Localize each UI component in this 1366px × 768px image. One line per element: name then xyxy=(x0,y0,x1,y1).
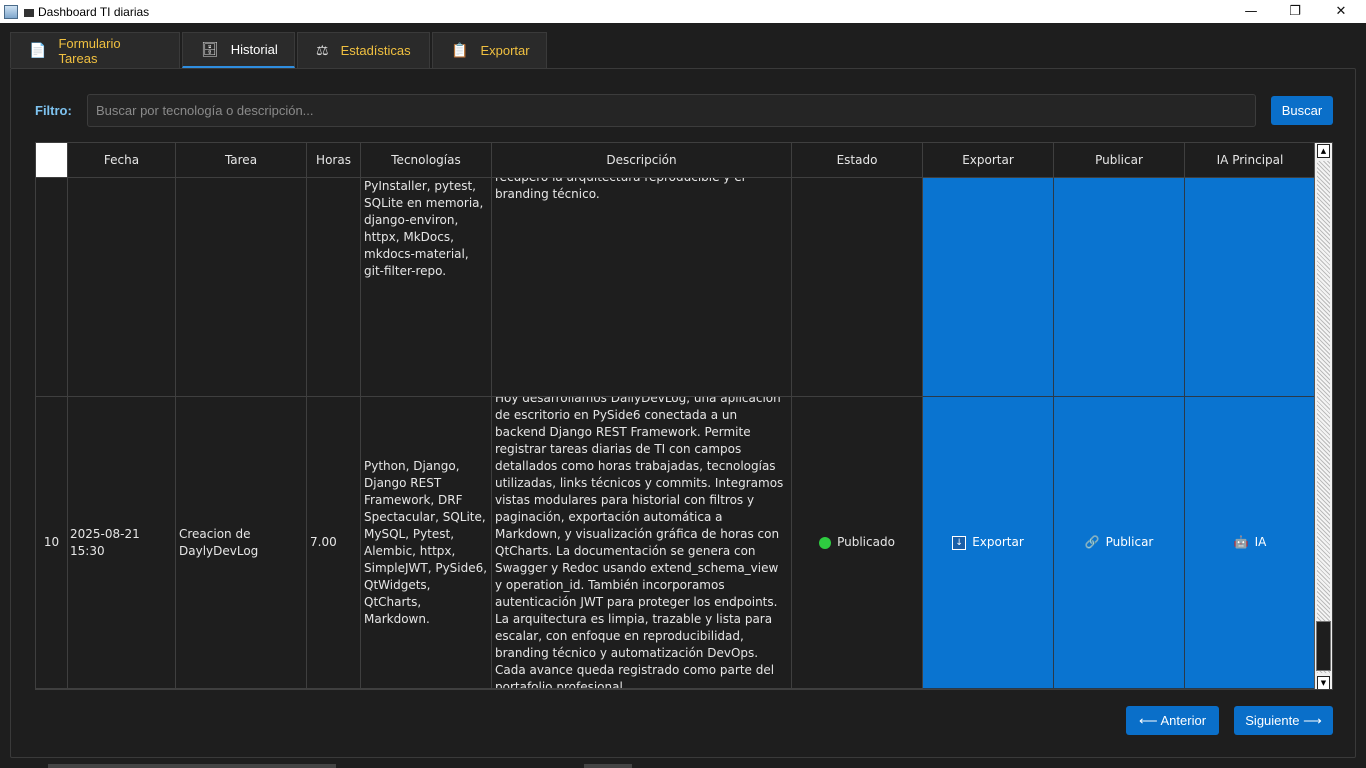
tab-historial[interactable]: 🗄 Historial xyxy=(182,32,295,68)
scale-icon: ⚖ xyxy=(316,42,329,58)
row-number-cell[interactable] xyxy=(36,178,68,397)
header-estado[interactable]: Estado xyxy=(792,143,923,178)
window-title-text: Dashboard TI diarias xyxy=(38,4,150,19)
tab-estadisticas[interactable]: ⚖ Estadísticas xyxy=(297,32,430,68)
export-button[interactable]: ↓ Exportar xyxy=(923,397,1054,689)
window-title: Dashboard TI diarias xyxy=(24,5,149,19)
header-publicar[interactable]: Publicar xyxy=(1054,143,1185,178)
title-bar: Dashboard TI diarias — ❐ ✕ xyxy=(0,0,1366,23)
scroll-down-arrow-icon[interactable]: ▼ xyxy=(1317,676,1330,689)
tarea-cell[interactable]: Creacion de DaylyDevLog xyxy=(176,397,307,689)
publish-button[interactable] xyxy=(1054,178,1185,397)
export-button[interactable] xyxy=(923,178,1054,397)
fecha-cell[interactable] xyxy=(68,178,176,397)
document-icon: 📄 xyxy=(29,42,47,58)
link-icon: 🔗 xyxy=(1084,535,1100,549)
tecnologias-cell[interactable]: Python, Django, Django REST Framework, D… xyxy=(361,397,492,689)
status-strip xyxy=(584,764,632,768)
tab-label: Historial xyxy=(230,42,278,57)
status-strip xyxy=(48,764,336,768)
export-label: Exportar xyxy=(972,535,1024,549)
historial-panel: Filtro: Buscar Fecha Tarea Horas Tecnolo… xyxy=(10,68,1356,758)
header-tecnologias[interactable]: Tecnologías xyxy=(361,143,492,178)
publish-label: Publicar xyxy=(1105,535,1154,549)
descripcion-text: Hoy desarrollamos DailyDevLog, una aplic… xyxy=(495,397,784,689)
clipboard-icon: 📋 xyxy=(451,42,469,58)
filter-label: Filtro: xyxy=(35,103,72,118)
header-tarea[interactable]: Tarea xyxy=(176,143,307,178)
scroll-up-arrow-icon[interactable]: ▲ xyxy=(1317,144,1330,158)
status-badge: Publicado xyxy=(837,535,895,549)
tab-bar: 📄 Formulario Tareas 🗄 Historial ⚖ Estadísti… xyxy=(10,32,547,68)
row-number-cell[interactable]: 10 xyxy=(36,397,68,689)
estado-cell[interactable] xyxy=(792,178,923,397)
ia-button[interactable] xyxy=(1185,178,1316,397)
history-table: Fecha Tarea Horas Tecnologías Descripció… xyxy=(35,142,1333,690)
tarea-text: Creacion de DaylyDevLog xyxy=(179,526,259,558)
ia-button[interactable]: 🤖 IA xyxy=(1185,397,1316,689)
tecnologias-cell[interactable]: PyInstaller, pytest, SQLite en memoria, … xyxy=(361,178,492,397)
horas-cell[interactable]: 7.00 xyxy=(307,397,361,689)
descripcion-text-clipped: recupero la arquitectura reproducible y … xyxy=(495,178,788,186)
fecha-cell[interactable]: 2025-08-21 15:30 xyxy=(68,397,176,689)
close-button[interactable]: ✕ xyxy=(1318,0,1364,23)
header-horas[interactable]: Horas xyxy=(307,143,361,178)
descripcion-cell[interactable]: Hoy desarrollamos DailyDevLog, una aplic… xyxy=(492,397,792,689)
table-corner[interactable] xyxy=(36,143,68,178)
tab-label: Estadísticas xyxy=(340,43,411,58)
previous-page-button[interactable]: ⟵ Anterior xyxy=(1126,706,1219,735)
descripcion-text: branding técnico. xyxy=(495,187,600,201)
restore-button[interactable]: ❐ xyxy=(1272,0,1318,23)
scroll-track[interactable] xyxy=(1317,161,1330,673)
robot-icon: 🤖 xyxy=(1233,535,1249,549)
minimize-button[interactable]: — xyxy=(1228,0,1274,23)
header-descripcion[interactable]: Descripción xyxy=(492,143,792,178)
fecha-text: 2025-08-21 15:30 xyxy=(70,526,140,558)
tecnologias-text: PyInstaller, pytest, SQLite en memoria, … xyxy=(364,179,484,278)
search-input[interactable] xyxy=(87,94,1256,127)
ia-label: IA xyxy=(1254,535,1267,549)
download-icon: ↓ xyxy=(952,535,967,550)
vertical-scrollbar[interactable]: ▲ ▼ xyxy=(1314,143,1332,689)
app-icon xyxy=(4,4,18,19)
scroll-thumb[interactable] xyxy=(1316,621,1331,671)
header-ia-principal[interactable]: IA Principal xyxy=(1185,143,1316,178)
horas-cell[interactable] xyxy=(307,178,361,397)
descripcion-cell[interactable]: recupero la arquitectura reproducible y … xyxy=(492,178,792,397)
tab-formulario-tareas[interactable]: 📄 Formulario Tareas xyxy=(10,32,180,68)
tab-label: Exportar xyxy=(480,43,530,58)
tab-label: Formulario Tareas xyxy=(58,35,121,66)
status-dot-icon xyxy=(819,536,832,549)
next-page-button[interactable]: Siguiente ⟶ xyxy=(1234,706,1333,735)
horas-text: 7.00 xyxy=(310,535,337,549)
monitor-icon xyxy=(24,8,34,17)
header-fecha[interactable]: Fecha xyxy=(68,143,176,178)
publish-button[interactable]: 🔗 Publicar xyxy=(1054,397,1185,689)
tab-exportar[interactable]: 📋 Exportar xyxy=(432,32,547,68)
tecnologias-text: Python, Django, Django REST Framework, D… xyxy=(364,458,488,626)
database-icon: 🗄 xyxy=(201,41,219,57)
tarea-cell[interactable] xyxy=(176,178,307,397)
header-exportar[interactable]: Exportar xyxy=(923,143,1054,178)
estado-cell[interactable]: Publicado xyxy=(792,397,923,689)
search-button[interactable]: Buscar xyxy=(1271,96,1333,125)
